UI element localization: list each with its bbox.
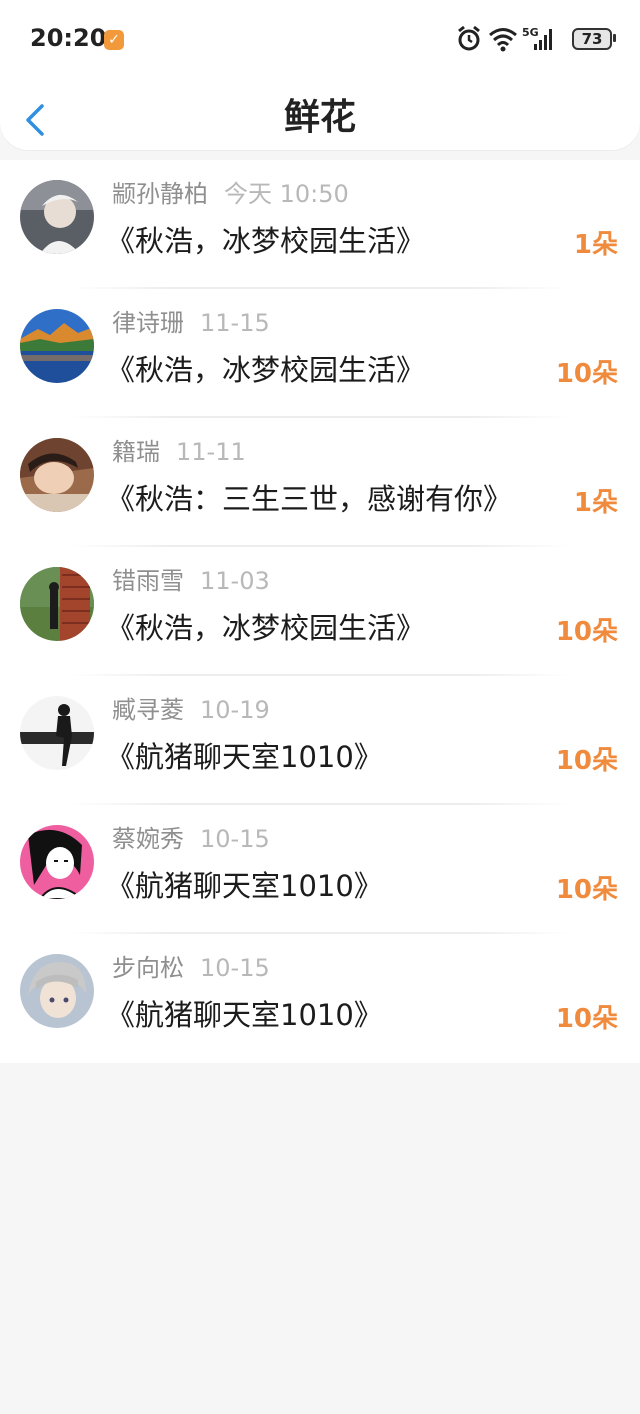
sender-name: 颛孙静柏 — [112, 180, 208, 208]
network-label: 5G — [522, 26, 539, 39]
sender-row: 步向松 10-15 — [112, 948, 270, 988]
battery-cap — [613, 34, 616, 42]
avatar — [20, 696, 94, 770]
sender-name: 律诗珊 — [112, 309, 184, 337]
battery-indicator: 73 — [572, 28, 612, 50]
send-date: 10-15 — [200, 825, 270, 853]
send-date: 11-03 — [200, 567, 270, 595]
avatar — [20, 180, 94, 254]
flower-count: 1朵 — [573, 230, 618, 260]
sender-row: 律诗珊 11-15 — [112, 303, 270, 343]
sender-row: 籍瑞 11-11 — [112, 432, 246, 472]
avatar — [20, 954, 94, 1028]
work-title[interactable]: 《航猪聊天室1010》 — [106, 992, 383, 1034]
sender-name: 错雨雪 — [112, 567, 184, 595]
sender-row: 臧寻菱 10-19 — [112, 690, 270, 730]
send-date: 今天 10:50 — [224, 180, 349, 208]
status-bar: 20:20 ✓ 5G 73 — [0, 0, 640, 80]
send-date: 10-15 — [200, 954, 270, 982]
alarm-icon — [458, 25, 480, 51]
list-item[interactable]: 蔡婉秀 10-15 《航猪聊天室1010》 10朵 — [0, 805, 640, 934]
status-icons: 5G 73 — [456, 24, 616, 58]
flower-count: 1朵 — [573, 488, 618, 518]
check-badge-icon: ✓ — [104, 30, 124, 50]
work-title[interactable]: 《秋浩：三生三世，感谢有你》 — [106, 476, 512, 518]
list-item[interactable]: 臧寻菱 10-19 《航猪聊天室1010》 10朵 — [0, 676, 640, 805]
send-date: 11-15 — [200, 309, 270, 337]
list-item[interactable]: 籍瑞 11-11 《秋浩：三生三世，感谢有你》 1朵 — [0, 418, 640, 547]
flower-count: 10朵 — [555, 617, 618, 647]
list-item[interactable]: 步向松 10-15 《航猪聊天室1010》 10朵 — [0, 934, 640, 1063]
avatar — [20, 825, 94, 899]
work-title[interactable]: 《航猪聊天室1010》 — [106, 863, 383, 905]
sender-name: 蔡婉秀 — [112, 825, 184, 853]
send-date: 10-19 — [200, 696, 270, 724]
list-item[interactable]: 颛孙静柏 今天 10:50 《秋浩，冰梦校园生活》 1朵 — [0, 160, 640, 289]
work-title[interactable]: 《秋浩，冰梦校园生活》 — [106, 218, 425, 260]
work-title[interactable]: 《航猪聊天室1010》 — [106, 734, 383, 776]
signal-icon: 5G — [522, 26, 552, 50]
work-title[interactable]: 《秋浩，冰梦校园生活》 — [106, 605, 425, 647]
flower-list: 颛孙静柏 今天 10:50 《秋浩，冰梦校园生活》 1朵 律诗珊 11-15 《秋浩… — [0, 160, 640, 1063]
status-time: 20:20 — [30, 24, 107, 52]
sender-row: 错雨雪 11-03 — [112, 561, 270, 601]
work-title[interactable]: 《秋浩，冰梦校园生活》 — [106, 347, 425, 389]
sender-row: 蔡婉秀 10-15 — [112, 819, 270, 859]
list-item[interactable]: 错雨雪 11-03 《秋浩，冰梦校园生活》 10朵 — [0, 547, 640, 676]
header: 20:20 ✓ 5G 73 鲜花 — [0, 0, 640, 150]
sender-name: 籍瑞 — [112, 438, 160, 466]
avatar — [20, 567, 94, 641]
list-item[interactable]: 律诗珊 11-15 《秋浩，冰梦校园生活》 10朵 — [0, 289, 640, 418]
nav-bar: 鲜花 — [0, 86, 640, 150]
page-title: 鲜花 — [283, 97, 356, 138]
wifi-icon — [489, 28, 517, 52]
avatar — [20, 438, 94, 512]
sender-name: 步向松 — [112, 954, 184, 982]
flower-count: 10朵 — [555, 1004, 618, 1034]
avatar — [20, 309, 94, 383]
sender-name: 臧寻菱 — [112, 696, 184, 724]
flower-count: 10朵 — [555, 746, 618, 776]
flower-count: 10朵 — [555, 875, 618, 905]
sender-row: 颛孙静柏 今天 10:50 — [112, 174, 349, 214]
flower-count: 10朵 — [555, 359, 618, 389]
send-date: 11-11 — [176, 438, 246, 466]
